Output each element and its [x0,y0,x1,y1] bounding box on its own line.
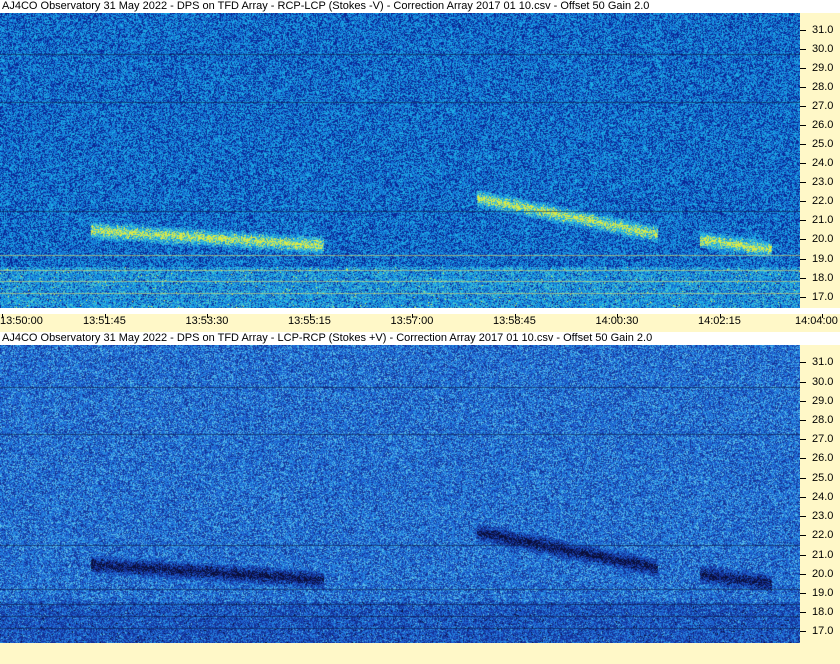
y-tick-label: 23.0 [812,510,834,523]
spectrogram-top [0,13,800,308]
y-tick-label: 31.0 [812,356,834,369]
frequency-axis-top: 31.0 30.0 29.0 28.0 27.0 26.0 25.0 24.0 23.0 22.0… [800,13,840,308]
y-tick [800,163,806,165]
y-tick [800,362,806,364]
y-tick [800,220,806,222]
x-tick-label: 13:51:45 [83,315,126,327]
y-tick [800,516,806,518]
y-tick [800,87,806,89]
x-tick-label: 13:53:30 [185,315,229,327]
y-tick [800,381,806,383]
y-tick-label: 21.0 [812,214,834,227]
frequency-axis-bottom: 31.0 30.0 29.0 28.0 27.0 26.0 25.0 24.0 23.0 22.0… [800,345,840,643]
y-tick-label: 25.0 [812,471,834,484]
y-tick [800,277,806,279]
y-tick-label: 26.0 [812,452,834,465]
y-tick [800,30,806,32]
y-tick-label: 27.0 [812,433,834,446]
time-axis-bottom-strip [0,643,840,664]
y-tick-label: 20.0 [812,233,834,246]
x-tick-label: 13:50:00 [0,315,43,327]
y-tick-label: 24.0 [812,490,834,503]
x-tick-label: 13:57:00 [390,315,434,327]
y-tick-label: 23.0 [812,176,834,189]
time-axis: 13:50:00 13:51:45 13:53:30 13:55:15 13:57:00… [0,314,840,332]
y-tick [800,68,806,70]
y-tick-label: 18.0 [812,271,834,284]
y-tick-label: 31.0 [812,24,834,37]
y-tick [800,49,806,51]
x-tick-label: 14:02:15 [698,315,741,327]
y-tick-label: 22.0 [812,529,834,542]
y-tick [800,201,806,203]
y-tick-label: 22.0 [812,195,834,208]
y-tick-label: 25.0 [812,138,834,151]
y-tick [800,458,806,460]
y-tick-label: 17.0 [812,625,834,638]
y-tick-label: 19.0 [812,252,834,265]
y-tick-label: 24.0 [812,157,834,170]
y-tick [800,239,806,241]
y-tick-label: 21.0 [812,548,834,561]
y-tick [800,593,806,594]
panel-bottom-title: AJ4CO Observatory 31 May 2022 - DPS on T… [0,332,840,345]
y-tick-label: 18.0 [812,606,834,619]
x-tick-label: 14:00:30 [595,315,639,327]
y-tick [800,477,806,479]
y-tick-label: 20.0 [812,567,834,580]
y-tick [800,439,806,441]
y-tick-label: 29.0 [812,394,834,407]
y-tick [800,182,806,184]
x-tick-label: 13:58:45 [493,315,536,327]
y-tick-label: 19.0 [812,587,834,599]
y-tick [800,258,806,260]
y-tick [800,400,806,402]
y-tick [800,125,806,127]
x-tick-label: 14:04:00 [795,315,838,327]
y-tick-label: 28.0 [812,81,834,94]
panel-top-title: AJ4CO Observatory 31 May 2022 - DPS on T… [0,0,840,13]
y-tick [800,554,806,556]
y-tick-label: 29.0 [812,62,834,75]
x-tick-label: 13:55:15 [288,315,331,327]
y-tick [800,612,806,614]
y-tick [800,573,806,575]
y-tick-label: 30.0 [812,375,834,388]
y-tick-label: 30.0 [812,43,834,56]
y-tick-label: 26.0 [812,119,834,132]
y-tick-label: 28.0 [812,413,834,426]
y-tick [800,106,806,108]
y-tick [800,296,806,298]
y-tick [800,144,806,146]
y-tick [800,535,806,537]
y-tick [800,631,806,633]
spectrogram-bottom [0,345,800,643]
y-tick-label: 17.0 [812,290,834,303]
y-tick [800,419,806,421]
y-tick-label: 27.0 [812,100,834,113]
y-tick [800,496,806,498]
